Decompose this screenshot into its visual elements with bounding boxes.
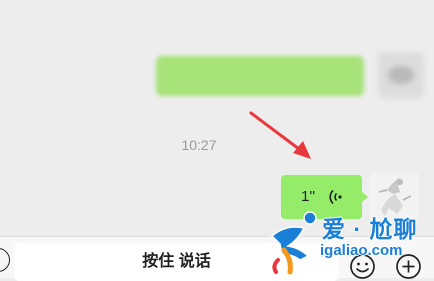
voice-wave-icon [329,189,342,205]
watermark-title: 爱 · 尬聊 [322,216,418,242]
voice-toggle-icon[interactable] [0,248,10,272]
watermark-url: igaliao.com [320,242,403,259]
chat-area: 10:27 1'' [0,0,434,236]
watermark: 爱 · 尬聊 igaliao.com [270,208,420,277]
voice-duration: 1'' [301,188,316,205]
running-figure-logo-icon [270,211,317,275]
